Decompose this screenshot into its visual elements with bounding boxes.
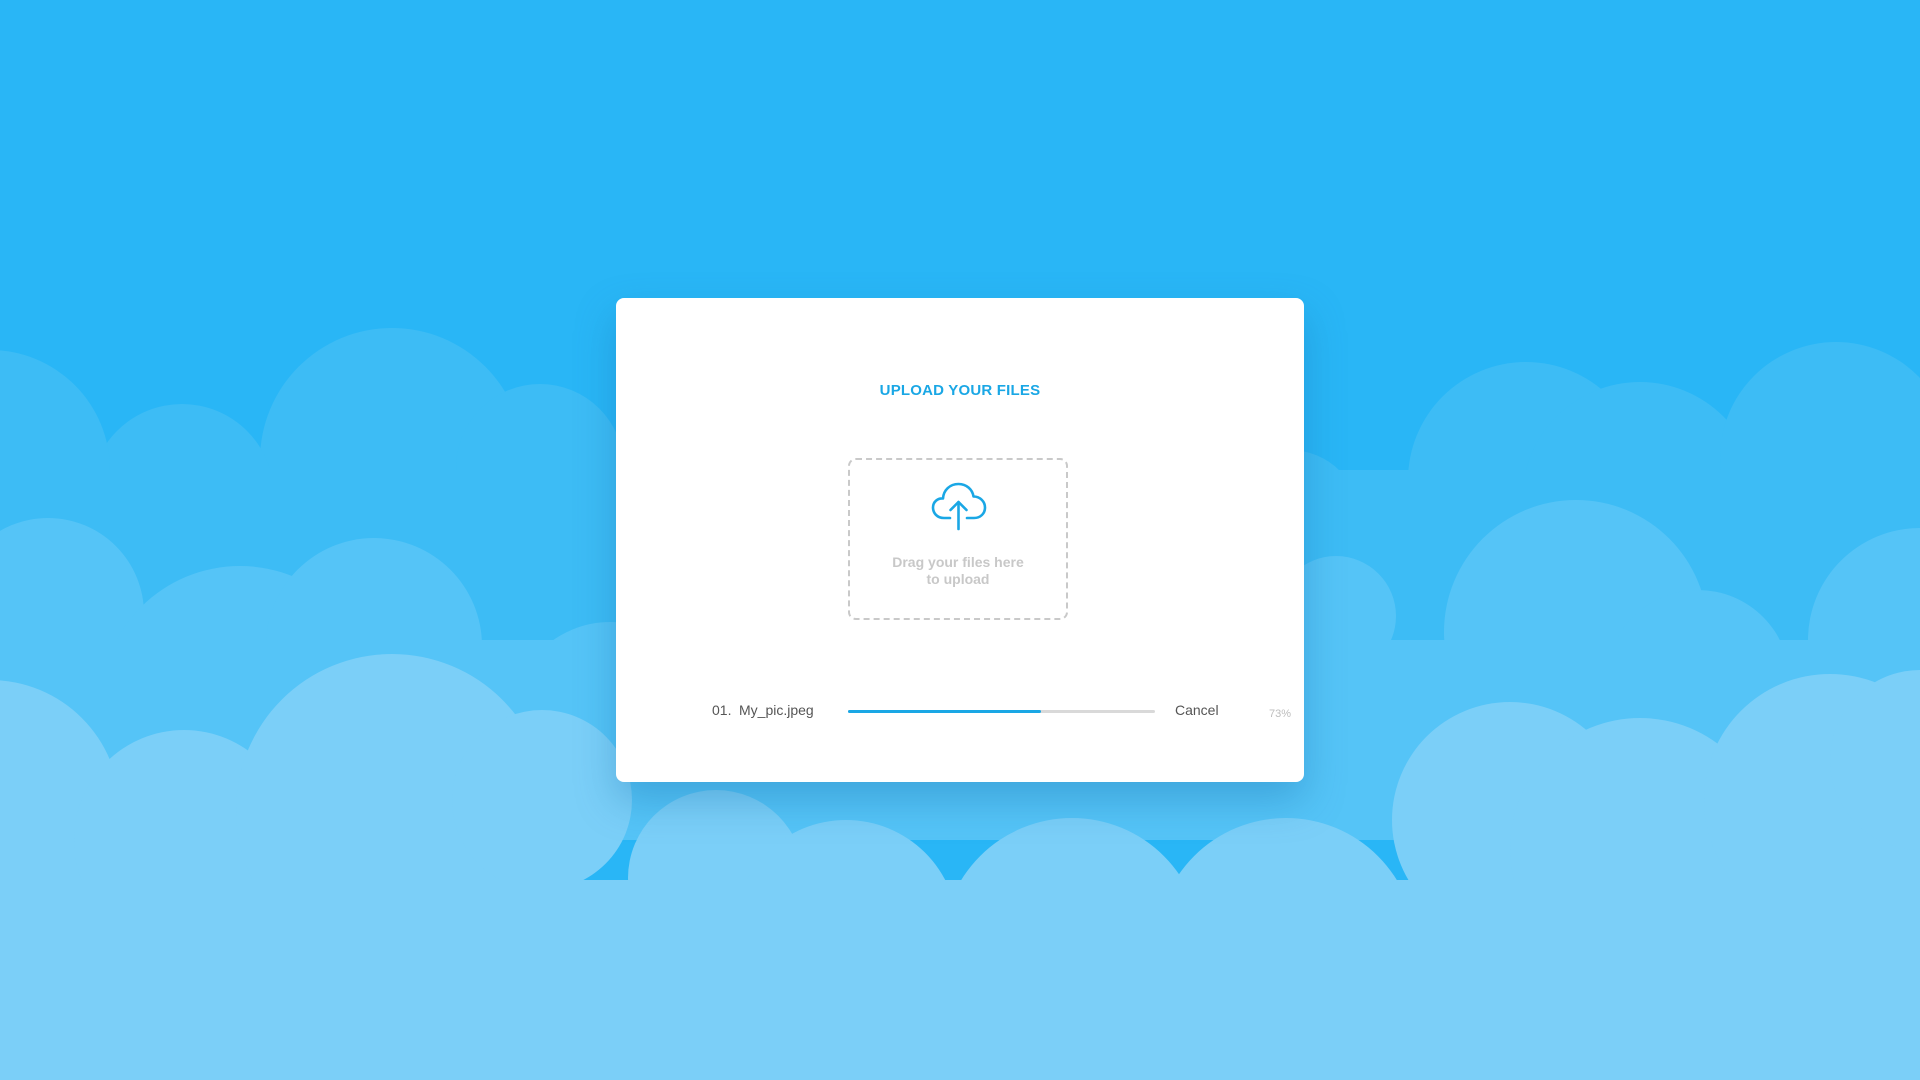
file-name: My_pic.jpeg bbox=[739, 702, 814, 718]
dialog-title: UPLOAD YOUR FILES bbox=[879, 382, 1041, 399]
upload-progress-fill bbox=[848, 710, 1042, 713]
dropzone-text: Drag your files here to upload bbox=[850, 554, 1066, 588]
cancel-upload-button[interactable]: Cancel bbox=[1175, 702, 1219, 718]
file-dropzone[interactable]: Drag your files here to upload bbox=[848, 458, 1068, 620]
cloud-upload-icon bbox=[930, 480, 988, 532]
file-index: 01. bbox=[712, 702, 732, 718]
dropzone-text-line2: to upload bbox=[926, 571, 990, 587]
upload-progress-percent: 73% bbox=[1268, 708, 1291, 720]
upload-dialog: UPLOAD YOUR FILES Drag your files here t… bbox=[616, 298, 1304, 782]
file-row: 01. My_pic.jpeg 73% Cancel bbox=[712, 692, 1291, 722]
upload-progress-bar: 73% bbox=[848, 708, 1291, 720]
dropzone-text-line1: Drag your files here bbox=[892, 554, 1024, 570]
